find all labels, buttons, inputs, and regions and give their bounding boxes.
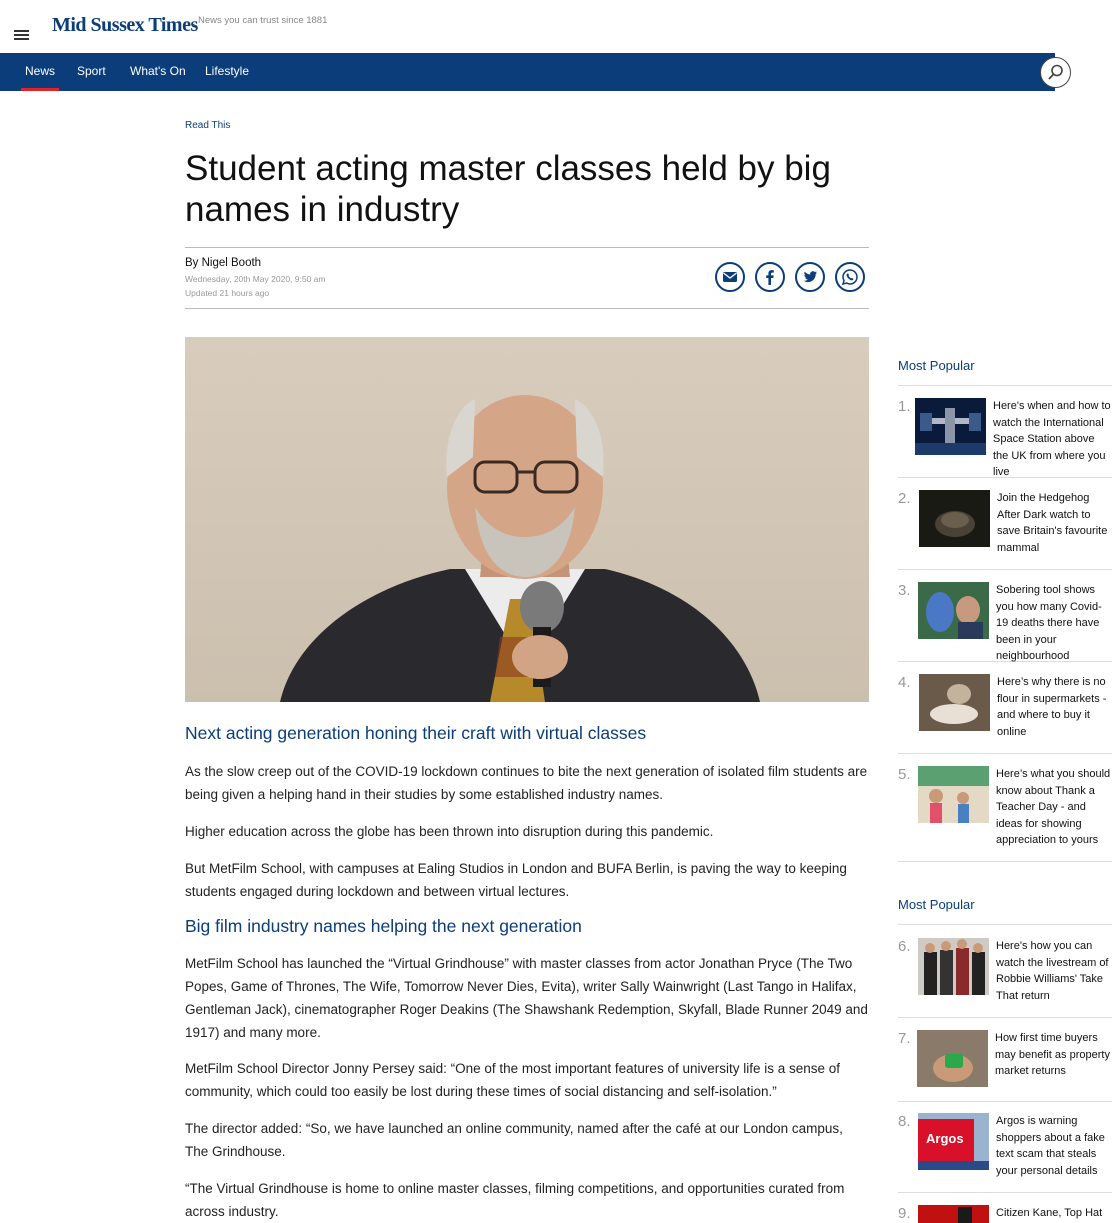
popular-title[interactable]: Citizen Kane, Top Hat: [996, 1205, 1112, 1222]
popular-thumbnail: [919, 490, 990, 547]
main-nav: News Sport What's On Lifestyle: [0, 53, 1055, 91]
nav-lifestyle[interactable]: Lifestyle: [205, 53, 249, 91]
popular-thumbnail: [917, 1030, 988, 1087]
popular-thumbnail: [918, 1205, 989, 1223]
popular-thumbnail: [918, 766, 989, 823]
popular-item[interactable]: 7. How first time buyers may benefit as …: [898, 1030, 1112, 1102]
popular-rank: 4.: [898, 674, 911, 691]
popular-item[interactable]: 2. Join the Hedgehog After Dark watch to…: [898, 490, 1112, 570]
popular-item[interactable]: 1. Here's when and how to watch the Inte…: [898, 398, 1112, 478]
popular-item[interactable]: 9. Citizen Kane, Top Hat: [898, 1205, 1112, 1223]
popular-rank: 8.: [898, 1113, 911, 1130]
article-subhead: Next acting generation honing their craf…: [185, 723, 647, 743]
popular-item[interactable]: 3. Sobering tool shows you how many Covi…: [898, 582, 1112, 662]
article-kicker[interactable]: Read This: [185, 120, 230, 131]
whatsapp-icon: [841, 269, 858, 286]
popular-title[interactable]: Join the Hedgehog After Dark watch to sa…: [997, 490, 1112, 556]
share-twitter-button[interactable]: [795, 262, 825, 292]
nav-whats-on[interactable]: What's On: [130, 53, 186, 91]
search-icon: [1048, 64, 1063, 80]
divider: [185, 247, 869, 248]
popular-title[interactable]: Sobering tool shows you how many Covid-1…: [996, 582, 1112, 665]
article-paragraph: MetFilm School Director Jonny Persey sai…: [185, 1061, 841, 1099]
popular-rank: 6.: [898, 938, 911, 955]
article-paragraph: MetFilm School has launched the “Virtual…: [185, 956, 868, 1040]
argos-sign-text: Argos: [926, 1131, 964, 1146]
facebook-icon: [766, 270, 774, 285]
email-icon: [723, 272, 737, 282]
site-header: Mid Sussex Times News you can trust sinc…: [0, 0, 1112, 53]
popular-rank: 1.: [898, 398, 911, 415]
article-updated: Updated 21 hours ago: [185, 288, 270, 298]
popular-title[interactable]: Here’s why there is no flour in supermar…: [997, 674, 1112, 740]
article-paragraph: But MetFilm School, with campuses at Eal…: [185, 861, 847, 899]
divider: [898, 385, 1112, 386]
twitter-icon: [803, 271, 817, 283]
nav-news[interactable]: News: [20, 53, 60, 91]
share-email-button[interactable]: [715, 262, 745, 292]
popular-thumbnail: [918, 582, 989, 639]
popular-item[interactable]: 6. Here's how you can watch the livestre…: [898, 938, 1112, 1018]
popular-title[interactable]: How first time buyers may benefit as pro…: [995, 1030, 1112, 1080]
article-date: Wednesday, 20th May 2020, 9:50 am: [185, 274, 326, 284]
popular-rank: 2.: [898, 490, 911, 507]
popular-thumbnail: [918, 938, 989, 995]
popular-rank: 3.: [898, 582, 911, 599]
search-button[interactable]: [1040, 57, 1071, 88]
nav-sport[interactable]: Sport: [77, 53, 106, 91]
popular-title[interactable]: Argos is warning shoppers about a fake t…: [996, 1113, 1112, 1179]
article-paragraph: As the slow creep out of the COVID-19 lo…: [185, 764, 868, 802]
site-logo[interactable]: Mid Sussex Times: [52, 14, 198, 37]
popular-item[interactable]: 5. Here’s what you should know about Tha…: [898, 766, 1112, 862]
most-popular-heading: Most Popular: [898, 358, 975, 373]
popular-thumbnail: [915, 398, 986, 455]
popular-rank: 7.: [898, 1030, 911, 1047]
menu-icon[interactable]: [14, 30, 29, 40]
article-paragraph: “The Virtual Grindhouse is home to onlin…: [185, 1181, 845, 1219]
share-whatsapp-button[interactable]: [835, 262, 865, 292]
share-facebook-button[interactable]: [755, 262, 785, 292]
article-headline: Student acting master classes held by bi…: [185, 149, 831, 229]
popular-rank: 9.: [898, 1205, 911, 1222]
divider: [898, 924, 1112, 925]
popular-title[interactable]: Here's when and how to watch the Interna…: [993, 398, 1112, 481]
article-byline[interactable]: By Nigel Booth: [185, 257, 261, 269]
popular-rank: 5.: [898, 766, 911, 783]
popular-item[interactable]: 8. Argos Argos is warning shoppers about…: [898, 1113, 1112, 1193]
divider: [185, 308, 869, 309]
popular-title[interactable]: Here’s what you should know about Thank …: [996, 766, 1112, 849]
article-subhead: Big film industry names helping the next…: [185, 916, 582, 936]
article-paragraph: Higher education across the globe has be…: [185, 824, 714, 839]
hero-image: [185, 337, 869, 702]
site-tagline: News you can trust since 1881: [198, 15, 328, 26]
popular-thumbnail: [919, 674, 990, 731]
popular-thumbnail: Argos: [918, 1113, 989, 1170]
article-paragraph: The director added: “So, we have launche…: [185, 1121, 843, 1159]
popular-title[interactable]: Here's how you can watch the livestream …: [996, 938, 1112, 1004]
most-popular-heading: Most Popular: [898, 897, 975, 912]
popular-item[interactable]: 4. Here’s why there is no flour in super…: [898, 674, 1112, 754]
